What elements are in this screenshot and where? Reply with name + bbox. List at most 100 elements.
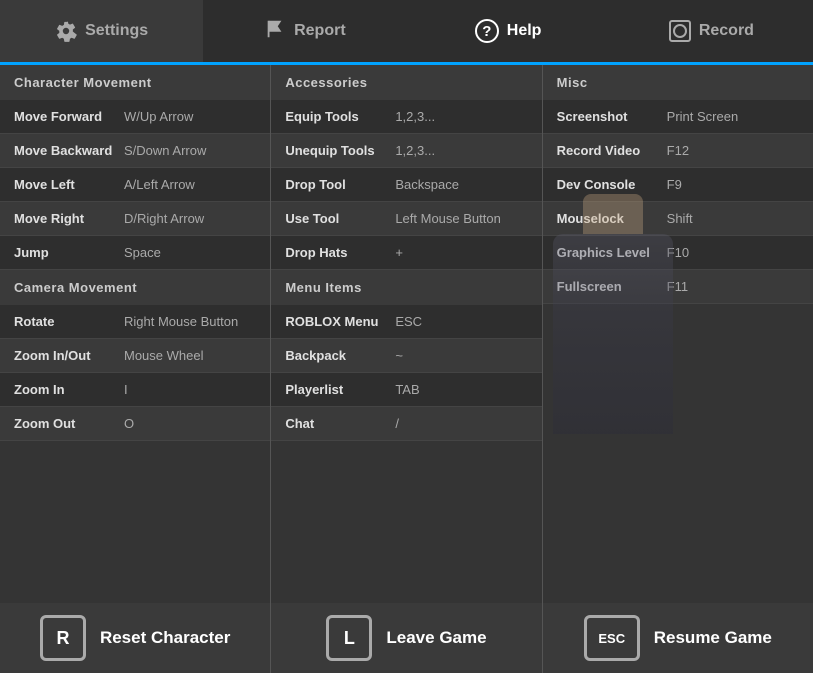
playerlist-name: Playerlist (285, 382, 395, 397)
zoom-inout-name: Zoom In/Out (14, 348, 124, 363)
backpack-key: ~ (395, 348, 403, 363)
row-drop-hats: Drop Hats + (271, 236, 541, 270)
move-forward-name: Move Forward (14, 109, 124, 124)
fullscreen-key: F11 (667, 279, 688, 294)
equip-tools-key: 1,2,3... (395, 109, 435, 124)
rotate-key: Right Mouse Button (124, 314, 238, 329)
chat-key: / (395, 416, 399, 431)
resume-game-button[interactable]: ESC Resume Game (543, 603, 813, 673)
bottom-bar: R Reset Character L Leave Game ESC Resum… (0, 603, 813, 673)
row-equip-tools: Equip Tools 1,2,3... (271, 100, 541, 134)
nav-report[interactable]: Report (203, 0, 406, 62)
row-record-video: Record Video F12 (543, 134, 813, 168)
row-unequip-tools: Unequip Tools 1,2,3... (271, 134, 541, 168)
rotate-name: Rotate (14, 314, 124, 329)
row-jump: Jump Space (0, 236, 270, 270)
mouselock-name: Mouselock (557, 211, 667, 226)
roblox-menu-name: ROBLOX Menu (285, 314, 395, 329)
fullscreen-name: Fullscreen (557, 279, 667, 294)
dev-console-key: F9 (667, 177, 682, 192)
leave-game-button[interactable]: L Leave Game (271, 603, 542, 673)
dev-console-name: Dev Console (557, 177, 667, 192)
record-video-key: F12 (667, 143, 689, 158)
row-move-left: Move Left A/Left Arrow (0, 168, 270, 202)
row-fullscreen: Fullscreen F11 (543, 270, 813, 304)
column-character: Character Movement Move Forward W/Up Arr… (0, 65, 271, 603)
misc-header: Misc (543, 65, 813, 100)
zoom-in-name: Zoom In (14, 382, 124, 397)
record-label: Record (699, 22, 754, 40)
camera-movement-header: Camera Movement (0, 270, 270, 305)
row-move-right: Move Right D/Right Arrow (0, 202, 270, 236)
move-forward-key: W/Up Arrow (124, 109, 193, 124)
jump-key: Space (124, 245, 161, 260)
nav-record[interactable]: Record (610, 0, 813, 62)
playerlist-key: TAB (395, 382, 419, 397)
gear-icon (55, 20, 77, 42)
drop-tool-key: Backspace (395, 177, 459, 192)
row-zoom-in: Zoom In I (0, 373, 270, 407)
move-left-key: A/Left Arrow (124, 177, 195, 192)
record-icon (669, 20, 691, 42)
unequip-tools-name: Unequip Tools (285, 143, 395, 158)
main-content: Character Movement Move Forward W/Up Arr… (0, 65, 813, 603)
resume-key-box: ESC (584, 615, 640, 661)
drop-hats-key: + (395, 245, 403, 260)
row-chat: Chat / (271, 407, 541, 441)
nav-settings[interactable]: Settings (0, 0, 203, 62)
zoom-inout-key: Mouse Wheel (124, 348, 203, 363)
flag-icon (264, 18, 286, 45)
row-move-forward: Move Forward W/Up Arrow (0, 100, 270, 134)
nav-bar: Settings Report ? Help Record (0, 0, 813, 65)
jump-name: Jump (14, 245, 124, 260)
row-screenshot: Screenshot Print Screen (543, 100, 813, 134)
equip-tools-name: Equip Tools (285, 109, 395, 124)
menu-items-header: Menu Items (271, 270, 541, 305)
graphics-level-name: Graphics Level (557, 245, 667, 260)
row-use-tool: Use Tool Left Mouse Button (271, 202, 541, 236)
nav-help[interactable]: ? Help (407, 0, 610, 65)
mouselock-key: Shift (667, 211, 693, 226)
row-drop-tool: Drop Tool Backspace (271, 168, 541, 202)
move-backward-name: Move Backward (14, 143, 124, 158)
report-label: Report (294, 22, 346, 40)
zoom-in-key: I (124, 382, 128, 397)
help-label: Help (507, 22, 542, 40)
character-movement-header: Character Movement (0, 65, 270, 100)
use-tool-name: Use Tool (285, 211, 395, 226)
reset-key-box: R (40, 615, 86, 661)
zoom-out-key: O (124, 416, 134, 431)
help-icon: ? (475, 19, 499, 43)
reset-character-label: Reset Character (100, 628, 230, 648)
row-move-backward: Move Backward S/Down Arrow (0, 134, 270, 168)
row-backpack: Backpack ~ (271, 339, 541, 373)
move-left-name: Move Left (14, 177, 124, 192)
accessories-header: Accessories (271, 65, 541, 100)
resume-game-label: Resume Game (654, 628, 772, 648)
backpack-name: Backpack (285, 348, 395, 363)
screenshot-name: Screenshot (557, 109, 667, 124)
row-zoom-inout: Zoom In/Out Mouse Wheel (0, 339, 270, 373)
row-zoom-out: Zoom Out O (0, 407, 270, 441)
drop-tool-name: Drop Tool (285, 177, 395, 192)
zoom-out-name: Zoom Out (14, 416, 124, 431)
row-dev-console: Dev Console F9 (543, 168, 813, 202)
leave-game-label: Leave Game (386, 628, 486, 648)
roblox-menu-key: ESC (395, 314, 422, 329)
row-playerlist: Playerlist TAB (271, 373, 541, 407)
column-misc: Misc Screenshot Print Screen Record Vide… (543, 65, 813, 603)
drop-hats-name: Drop Hats (285, 245, 395, 260)
move-backward-key: S/Down Arrow (124, 143, 206, 158)
row-mouselock: Mouselock Shift (543, 202, 813, 236)
settings-label: Settings (85, 22, 148, 40)
column-accessories: Accessories Equip Tools 1,2,3... Unequip… (271, 65, 542, 603)
unequip-tools-key: 1,2,3... (395, 143, 435, 158)
graphics-level-key: F10 (667, 245, 689, 260)
reset-character-button[interactable]: R Reset Character (0, 603, 271, 673)
row-graphics-level: Graphics Level F10 (543, 236, 813, 270)
use-tool-key: Left Mouse Button (395, 211, 501, 226)
row-rotate: Rotate Right Mouse Button (0, 305, 270, 339)
record-video-name: Record Video (557, 143, 667, 158)
move-right-key: D/Right Arrow (124, 211, 204, 226)
move-right-name: Move Right (14, 211, 124, 226)
